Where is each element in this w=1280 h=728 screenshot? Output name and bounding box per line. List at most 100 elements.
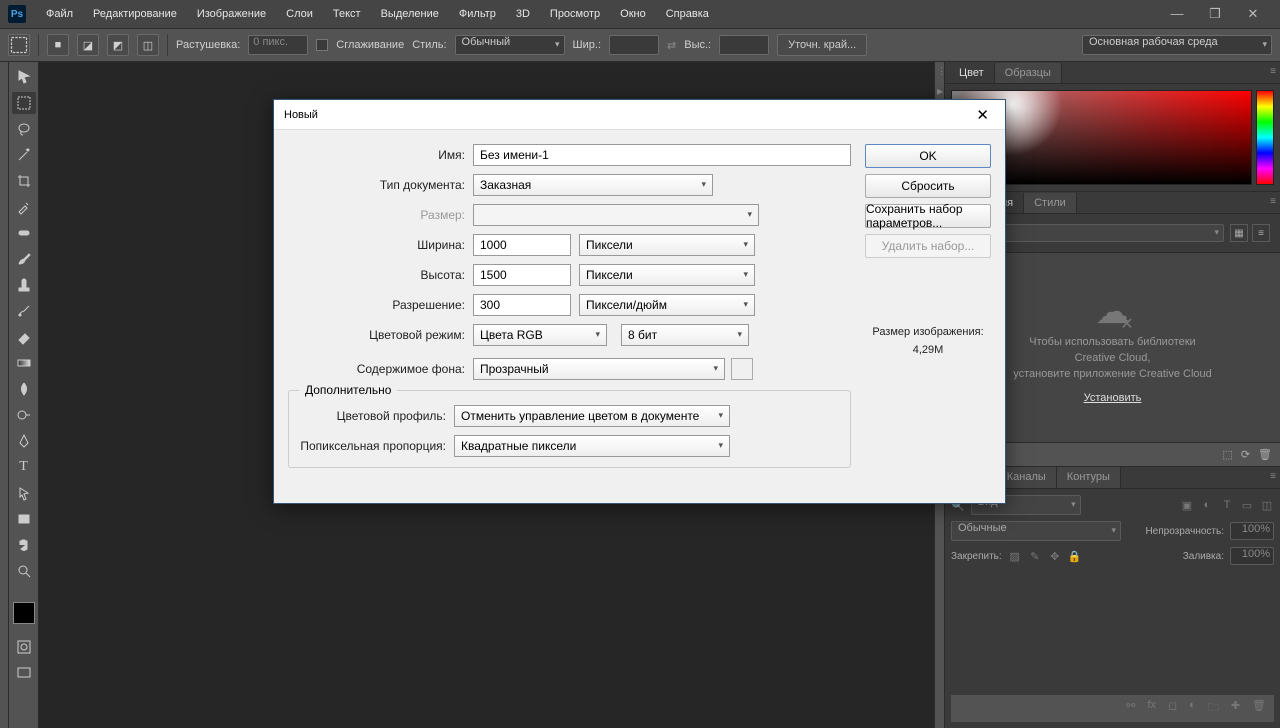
profile-select[interactable]: Отменить управление цветом в документе	[454, 405, 730, 427]
bg-color-swatch[interactable]	[731, 358, 753, 380]
quickmask-icon[interactable]	[12, 636, 36, 658]
eraser-tool-icon[interactable]	[12, 326, 36, 348]
panel-collapse-icon[interactable]: ▸	[937, 84, 943, 98]
feather-input[interactable]: 0 пикс.	[248, 35, 308, 55]
path-select-tool-icon[interactable]	[12, 482, 36, 504]
minimize-button[interactable]: —	[1164, 6, 1190, 22]
marquee-tool-icon[interactable]	[8, 34, 30, 56]
filter-smart-icon[interactable]: ◫	[1260, 499, 1274, 512]
lock-all-icon[interactable]: 🔒	[1068, 550, 1082, 563]
new-group-icon[interactable]: 🗀	[1208, 699, 1219, 718]
delete-layer-icon[interactable]: 🗑	[1252, 699, 1266, 718]
height-input[interactable]	[719, 35, 769, 55]
close-button[interactable]: ✕	[1240, 6, 1266, 22]
style-select[interactable]: Обычный	[455, 35, 565, 55]
tab-color[interactable]: Цвет	[949, 63, 995, 83]
swap-wh-icon[interactable]: ⇄	[667, 39, 676, 52]
stamp-tool-icon[interactable]	[12, 274, 36, 296]
move-tool-icon[interactable]	[12, 66, 36, 88]
filter-type-icon[interactable]: T	[1220, 499, 1234, 512]
bg-select[interactable]: Прозрачный	[473, 358, 725, 380]
link-layers-icon[interactable]: ⚯	[1126, 699, 1135, 718]
width-input[interactable]	[609, 35, 659, 55]
panel-menu-icon[interactable]: ≡	[1270, 66, 1276, 77]
blend-mode-select[interactable]: Обычные	[951, 521, 1121, 541]
save-preset-button[interactable]: Сохранить набор параметров...	[865, 204, 991, 228]
heal-tool-icon[interactable]	[12, 222, 36, 244]
lasso-tool-icon[interactable]	[12, 118, 36, 140]
menu-image[interactable]: Изображение	[187, 0, 276, 28]
menu-file[interactable]: Файл	[36, 0, 83, 28]
tab-paths[interactable]: Контуры	[1057, 467, 1121, 488]
width-input[interactable]	[473, 234, 571, 256]
selection-add-icon[interactable]: ◪	[77, 34, 99, 56]
icon-2[interactable]: ⟳	[1241, 448, 1250, 461]
selection-intersect-icon[interactable]: ◫	[137, 34, 159, 56]
lock-paint-icon[interactable]: ✎	[1028, 550, 1042, 563]
fill-input[interactable]: 100%	[1230, 547, 1274, 565]
blur-tool-icon[interactable]	[12, 378, 36, 400]
filter-pixel-icon[interactable]: ▣	[1180, 499, 1194, 512]
menu-help[interactable]: Справка	[656, 0, 719, 28]
menu-layers[interactable]: Слои	[276, 0, 323, 28]
lock-pixels-icon[interactable]: ▨	[1008, 550, 1022, 563]
menu-window[interactable]: Окно	[610, 0, 656, 28]
panel-menu-icon[interactable]: ≡	[1270, 471, 1276, 482]
panel-menu-icon[interactable]: ≡	[1270, 196, 1276, 207]
gradient-tool-icon[interactable]	[12, 352, 36, 374]
height-input[interactable]	[473, 264, 571, 286]
menu-view[interactable]: Просмотр	[540, 0, 610, 28]
new-layer-icon[interactable]: ✚	[1231, 699, 1240, 718]
crop-tool-icon[interactable]	[12, 170, 36, 192]
menu-3d[interactable]: 3D	[506, 0, 540, 28]
pixratio-select[interactable]: Квадратные пиксели	[454, 435, 730, 457]
lock-position-icon[interactable]: ✥	[1048, 550, 1062, 563]
menu-filter[interactable]: Фильтр	[449, 0, 506, 28]
colormode-select[interactable]: Цвета RGB	[473, 324, 607, 346]
rectangle-tool-icon[interactable]	[12, 508, 36, 530]
tab-styles[interactable]: Стили	[1024, 193, 1077, 213]
menu-select[interactable]: Выделение	[371, 0, 449, 28]
refine-edge-button[interactable]: Уточн. край...	[777, 34, 867, 56]
selection-new-icon[interactable]: ■	[47, 34, 69, 56]
history-brush-tool-icon[interactable]	[12, 300, 36, 322]
view-list-icon[interactable]: ≡	[1252, 224, 1270, 242]
opacity-input[interactable]: 100%	[1230, 522, 1274, 540]
cc-install-link[interactable]: Установить	[1084, 392, 1142, 404]
eyedropper-tool-icon[interactable]	[12, 196, 36, 218]
cancel-button[interactable]: Сбросить	[865, 174, 991, 198]
pen-tool-icon[interactable]	[12, 430, 36, 452]
resolution-unit-select[interactable]: Пиксели/дюйм	[579, 294, 755, 316]
magic-wand-tool-icon[interactable]	[12, 144, 36, 166]
doctype-select[interactable]: Заказная	[473, 174, 713, 196]
maximize-button[interactable]: ❐	[1202, 6, 1228, 22]
selection-sub-icon[interactable]: ◩	[107, 34, 129, 56]
trash-icon[interactable]: 🗑	[1258, 448, 1272, 461]
ok-button[interactable]: OK	[865, 144, 991, 168]
marquee-tool-icon[interactable]	[12, 92, 36, 114]
bitdepth-select[interactable]: 8 бит	[621, 324, 749, 346]
screenmode-icon[interactable]	[12, 662, 36, 684]
type-tool-icon[interactable]: T	[12, 456, 36, 478]
icon-1[interactable]: ⬚	[1222, 448, 1232, 461]
tab-swatches[interactable]: Образцы	[995, 63, 1062, 83]
new-adjustment-icon[interactable]: ◐	[1189, 699, 1196, 718]
filter-adjust-icon[interactable]: ◐	[1200, 499, 1214, 512]
hue-slider[interactable]	[1256, 90, 1274, 185]
resolution-input[interactable]	[473, 294, 571, 316]
layer-mask-icon[interactable]: ◻	[1168, 699, 1177, 718]
height-unit-select[interactable]: Пиксели	[579, 264, 755, 286]
menu-edit[interactable]: Редактирование	[83, 0, 187, 28]
hand-tool-icon[interactable]	[12, 534, 36, 556]
foreground-color-swatch[interactable]	[13, 602, 35, 624]
width-unit-select[interactable]: Пиксели	[579, 234, 755, 256]
dialog-close-button[interactable]: ✕	[970, 106, 995, 124]
name-input[interactable]	[473, 144, 851, 166]
brush-tool-icon[interactable]	[12, 248, 36, 270]
menu-text[interactable]: Текст	[323, 0, 371, 28]
view-grid-icon[interactable]: ▦	[1230, 224, 1248, 242]
layer-fx-icon[interactable]: fx	[1147, 699, 1156, 718]
filter-shape-icon[interactable]: ▭	[1240, 499, 1254, 512]
antialias-checkbox[interactable]	[316, 39, 328, 51]
dodge-tool-icon[interactable]	[12, 404, 36, 426]
